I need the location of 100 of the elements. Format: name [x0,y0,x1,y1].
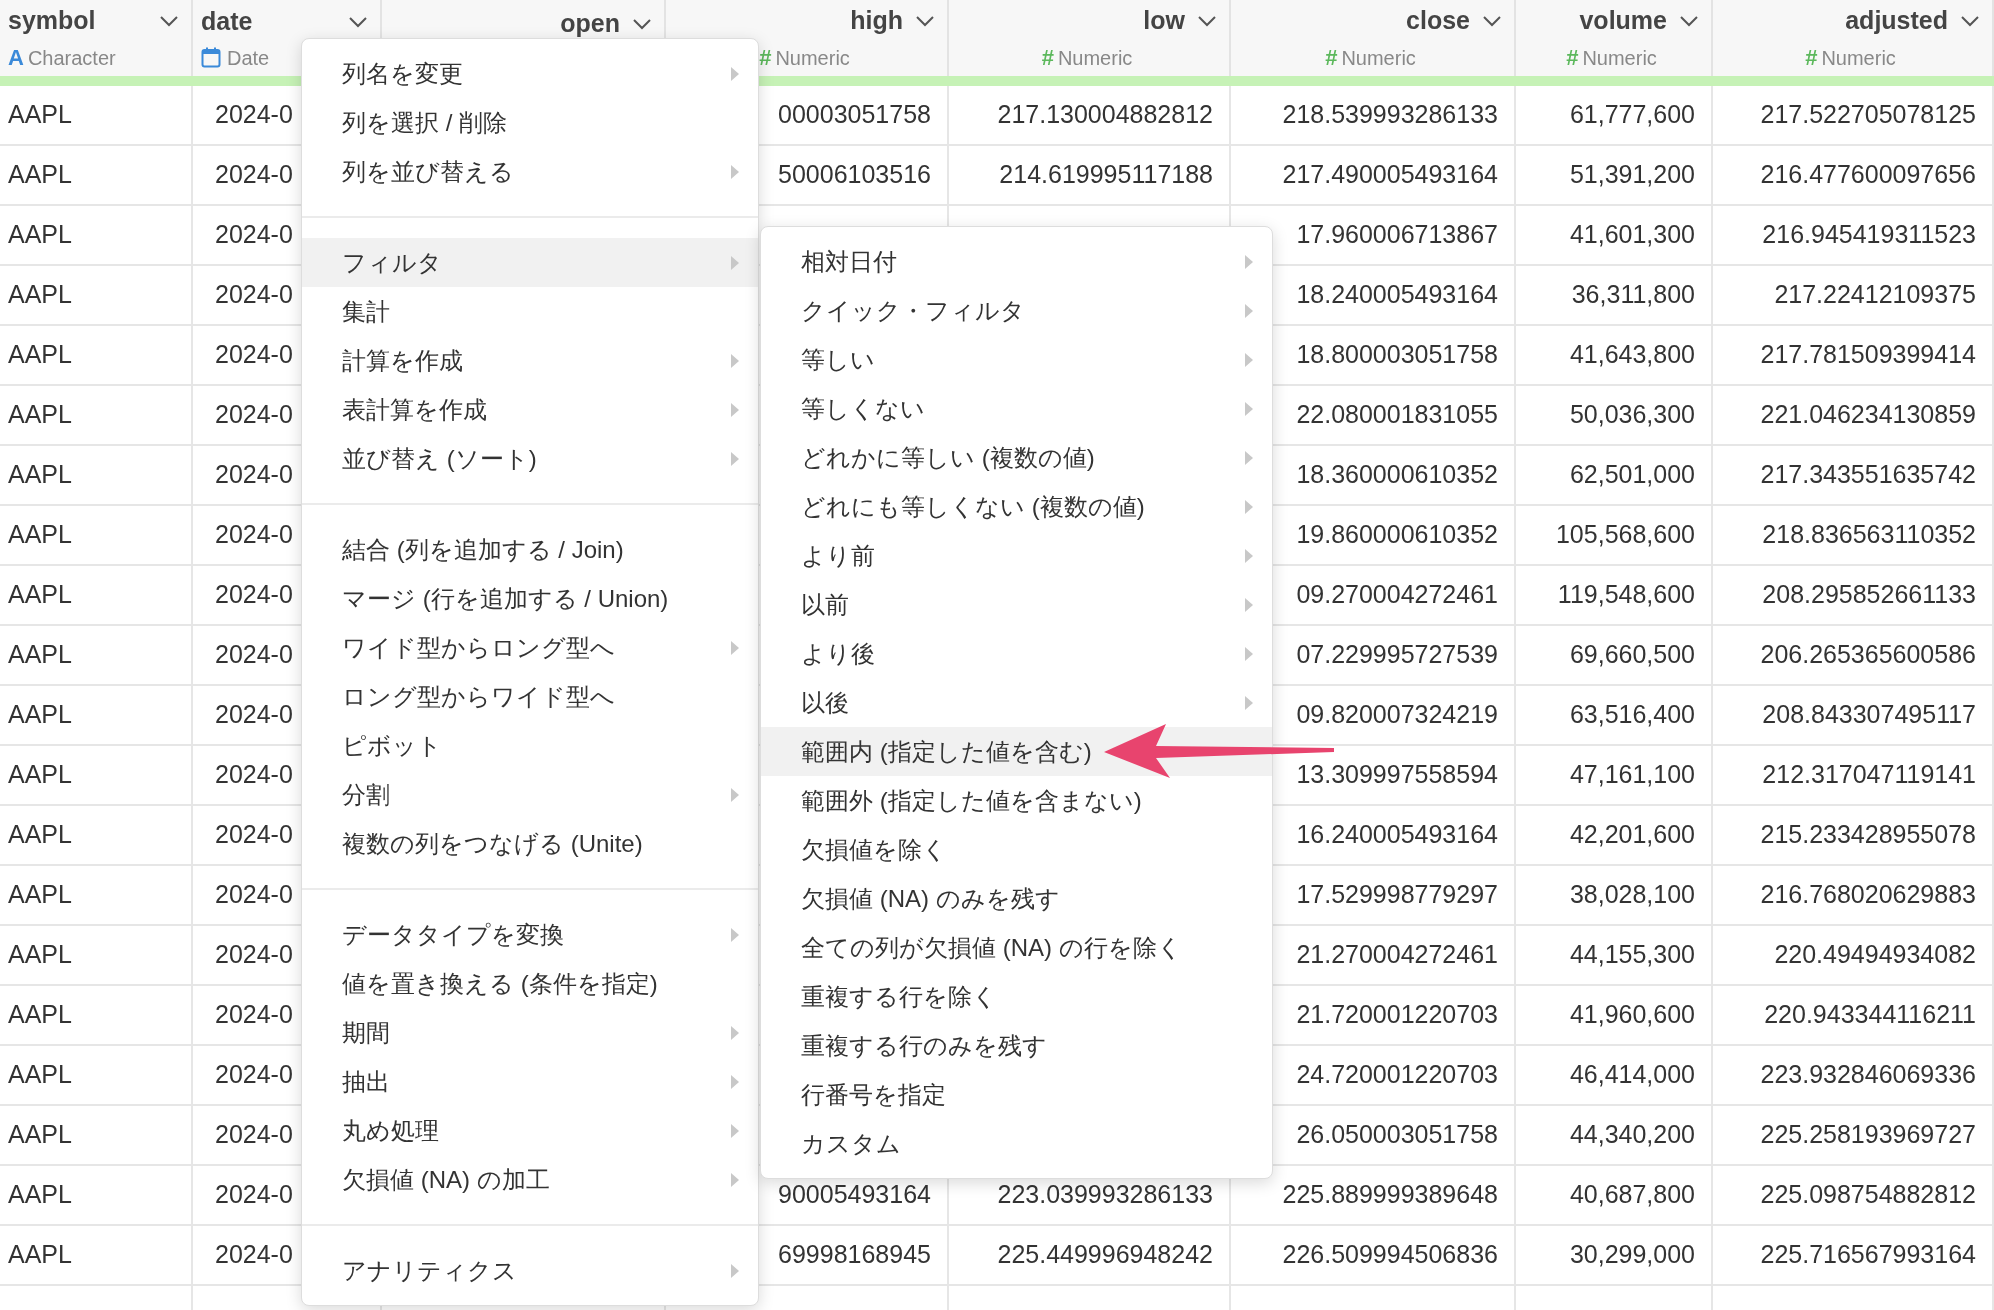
menu-item[interactable]: 全ての列が欠損値 (NA) の行を除く [761,923,1272,972]
menu-item[interactable]: 以前 [761,580,1272,629]
table-cell-text: 13.309997558594 [1296,759,1498,791]
table-cell-text: 47,161,100 [1569,759,1695,791]
menu-item[interactable]: 集計 [302,287,758,336]
table-cell-text: 220.49494934082 [1774,939,1976,971]
table-cell-text: 2024-0 [215,1059,293,1091]
menu-item[interactable]: 等しくない [761,384,1272,433]
table-cell-text: 2024-0 [215,879,293,911]
table-cell-text: 206.265365600586 [1760,639,1976,671]
table-cell-text: AAPL [8,399,72,431]
table-cell-text: 18.240005493164 [1296,279,1498,311]
menu-item[interactable]: 重複する行を除く [761,972,1272,1021]
menu-item[interactable]: クイック・フィルタ [761,286,1272,335]
menu-item[interactable]: 表計算を作成 [302,385,758,434]
chevron-down-icon[interactable] [348,16,368,28]
menu-item[interactable]: 期間 [302,1008,758,1057]
menu-item[interactable]: ピボット [302,721,758,770]
submenu-arrow-icon [1244,498,1254,515]
chevron-down-icon[interactable] [159,14,179,27]
chevron-down-icon[interactable] [1197,14,1217,27]
table-cell-text: 220.943344116211 [1764,999,1976,1031]
menu-item[interactable]: 値を置き換える (条件を指定) [302,959,758,1008]
table-cell-text: 2024-0 [215,639,293,671]
menu-item[interactable]: 並び替え (ソート) [302,434,758,483]
table-cell-text: 225.716567993164 [1760,1239,1976,1271]
menu-item[interactable]: 等しい [761,335,1272,384]
menu-item[interactable]: どれにも等しくない (複数の値) [761,482,1272,531]
menu-item[interactable]: 欠損値 (NA) の加工 [302,1155,758,1204]
column-name: volume [1579,4,1667,36]
table-cell-text: 105,568,600 [1555,519,1695,551]
menu-item[interactable]: 列を並び替える [302,147,758,196]
table-cell-text: 216.477600097656 [1760,159,1976,191]
submenu-arrow-icon [1244,302,1254,319]
menu-item[interactable]: フィルタ [302,238,758,287]
submenu-arrow-icon [730,163,740,180]
menu-item[interactable]: 以後 [761,678,1272,727]
menu-item[interactable]: ロング型からワイド型へ [302,672,758,721]
menu-item[interactable]: 結合 (列を追加する / Join) [302,525,758,574]
menu-item[interactable]: 複数の列をつなげる (Unite) [302,819,758,868]
table-cell-text: 212.317047119141 [1762,759,1976,791]
table-cell-text: 2024-0 [215,399,293,431]
chevron-down-icon[interactable] [915,14,935,27]
menu-item[interactable]: データタイプを変換 [302,910,758,959]
menu-item[interactable]: 欠損値を除く [761,825,1272,874]
column-name: adjusted [1845,4,1948,36]
table-cell-text: 216.768020629883 [1760,879,1976,911]
menu-item[interactable]: 範囲内 (指定した値を含む) [761,727,1272,776]
menu-item[interactable]: 列名を変更 [302,49,758,98]
menu-item[interactable]: 欠損値 (NA) のみを残す [761,874,1272,923]
menu-item[interactable]: より前 [761,531,1272,580]
submenu-arrow-icon [1244,547,1254,564]
submenu-arrow-icon [730,1073,740,1090]
type-glyph: # [1325,44,1338,73]
menu-item[interactable]: 範囲外 (指定した値を含まない) [761,776,1272,825]
menu-item[interactable]: マージ (行を追加する / Union) [302,574,758,623]
column-type: Numeric [1821,45,1896,71]
table-cell-text: AAPL [8,279,72,311]
submenu-arrow-icon [1244,253,1254,270]
menu-item[interactable]: ワイド型からロング型へ [302,623,758,672]
table-cell-text: 90005493164 [778,1179,931,1211]
menu-item[interactable]: 分割 [302,770,758,819]
table-cell-text: 63,516,400 [1569,699,1695,731]
submenu-arrow-icon [1244,351,1254,368]
table-cell-text: 41,643,800 [1569,339,1695,371]
menu-item[interactable]: 計算を作成 [302,336,758,385]
table-cell-text: 44,155,300 [1569,939,1695,971]
chevron-down-icon[interactable] [1482,14,1502,27]
table-cell-text: 62,501,000 [1569,459,1695,491]
table-cell-text: AAPL [8,219,72,251]
table-cell-text: 2024-0 [215,819,293,851]
table-cell-text: AAPL [8,939,72,971]
table-cell-text: 2024-0 [215,1119,293,1151]
chevron-down-icon[interactable] [632,18,652,30]
menu-item[interactable]: 相対日付 [761,237,1272,286]
table-cell-text: AAPL [8,699,72,731]
table-cell-text: 223.932846069336 [1760,1059,1976,1091]
table-cell-text: 30,299,000 [1569,1239,1695,1271]
chevron-down-icon[interactable] [1960,14,1980,27]
menu-item[interactable]: 行番号を指定 [761,1070,1272,1119]
table-cell-text: 216.945419311523 [1762,219,1976,251]
table-cell-text: 51,391,200 [1569,159,1695,191]
menu-item[interactable]: カスタム [761,1119,1272,1168]
table-cell-text: AAPL [8,1239,72,1271]
submenu-arrow-icon [730,401,740,418]
table-cell-text: 208.843307495117 [1762,699,1976,731]
type-glyph: A [8,44,24,73]
menu-item[interactable]: 抽出 [302,1057,758,1106]
menu-item[interactable]: 列を選択 / 削除 [302,98,758,147]
menu-item[interactable]: 重複する行のみを残す [761,1021,1272,1070]
chevron-down-icon[interactable] [1679,14,1699,27]
table-cell-text: 16.240005493164 [1296,819,1498,851]
menu-item[interactable]: どれかに等しい (複数の値) [761,433,1272,482]
table-cell-text: 40,687,800 [1569,1179,1695,1211]
menu-item[interactable]: アナリティクス [302,1246,758,1295]
table-cell-text: 226.509994506836 [1282,1239,1498,1271]
menu-item[interactable]: より後 [761,629,1272,678]
table-cell-text: 217.130004882812 [997,99,1213,131]
menu-item[interactable]: 丸め処理 [302,1106,758,1155]
table-cell-text: 215.233428955078 [1760,819,1976,851]
